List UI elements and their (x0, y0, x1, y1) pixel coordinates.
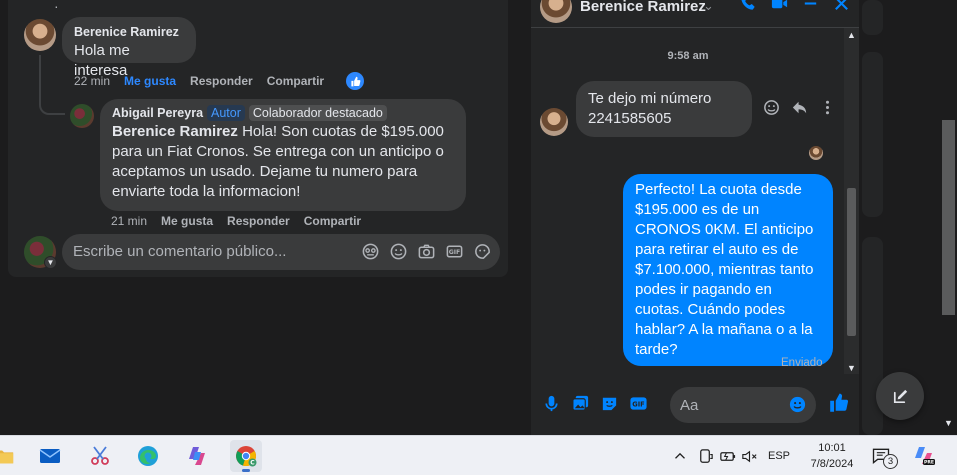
chat-header: Berenice Ramirez ⌄ (531, 0, 859, 28)
comment-input-placeholder: Escribe un comentario público... (73, 243, 287, 260)
microphone-icon[interactable] (542, 394, 561, 413)
emoji-icon[interactable] (389, 242, 408, 261)
comment-time[interactable]: 22 min (74, 74, 110, 88)
reply-button[interactable]: Responder (227, 214, 290, 228)
reply-button[interactable]: Responder (190, 74, 253, 88)
chat-composer: GIF Aa (531, 380, 859, 432)
clock-date: 7/8/2024 (810, 458, 854, 470)
contact-avatar[interactable] (540, 0, 572, 23)
contact-name[interactable]: Berenice Ramirez (580, 0, 706, 15)
sender-avatar[interactable] (540, 108, 568, 136)
background-card (862, 0, 883, 35)
reply-author-line: Abigail Pereyra Autor Colaborador destacad… (112, 105, 454, 121)
avatar[interactable] (70, 104, 94, 128)
chat-scrollbar[interactable]: ▲ ▼ (844, 28, 859, 374)
avatar-sticker-icon[interactable] (361, 242, 380, 261)
messenger-chat-window: Berenice Ramirez ⌄ 9:58 am Te dejo mi nú… (531, 0, 859, 435)
page-scroll-thumb[interactable] (942, 120, 955, 315)
comment-input[interactable]: Escribe un comentario público... GIF (62, 234, 500, 270)
chat-header-actions (739, 0, 851, 13)
video-call-icon[interactable] (770, 0, 789, 13)
gif-icon[interactable]: GIF (445, 242, 464, 261)
minimize-icon[interactable] (801, 0, 820, 13)
svg-text:C: C (250, 460, 255, 467)
scroll-up-arrow-icon[interactable]: ▲ (847, 30, 856, 40)
snipping-tool-icon[interactable] (84, 440, 116, 472)
reply-bubble: Abigail Pereyra Autor Colaborador destacad… (100, 99, 466, 211)
copilot-icon[interactable] (181, 440, 213, 472)
device-icon[interactable] (694, 447, 716, 466)
copilot-preview-icon[interactable]: PRE (907, 440, 941, 472)
reply-arrow-icon[interactable] (790, 98, 809, 117)
scroll-thumb[interactable] (847, 188, 856, 336)
comments-panel: · Berenice Ramirez Hola me interesa 22 m… (8, 0, 508, 277)
photo-icon[interactable] (571, 394, 590, 413)
file-explorer-icon[interactable] (0, 440, 20, 472)
gif-icon[interactable]: GIF (629, 394, 648, 413)
sticker-icon[interactable] (600, 394, 619, 413)
message-input[interactable]: Aa (670, 387, 816, 423)
camera-icon[interactable] (417, 242, 436, 261)
svg-text:PRE: PRE (924, 460, 934, 466)
seen-receipt-avatar (809, 146, 823, 160)
scroll-down-arrow-icon[interactable]: ▼ (944, 418, 953, 428)
message-tools (762, 98, 837, 117)
background-card (862, 52, 883, 217)
composer-tools: GIF (361, 242, 492, 261)
author-badge: Autor (207, 105, 245, 121)
message-timestamp: 9:58 am (667, 50, 709, 62)
share-button[interactable]: Compartir (267, 74, 324, 88)
scroll-down-arrow-icon[interactable]: ▼ (847, 363, 856, 373)
language-indicator[interactable]: ESP (768, 450, 790, 462)
sticker-icon[interactable] (473, 242, 492, 261)
emoji-icon[interactable] (788, 395, 807, 414)
volume-muted-icon[interactable] (738, 447, 760, 466)
new-message-button[interactable] (876, 372, 924, 420)
mention-link[interactable]: Berenice Ramirez (112, 123, 238, 140)
system-clock[interactable]: 10:01 7/8/2024 (806, 440, 858, 472)
thumbs-up-icon[interactable] (828, 392, 850, 414)
clock-time: 10:01 (818, 442, 846, 454)
message-input-placeholder: Aa (680, 397, 699, 414)
chevron-down-icon[interactable]: ⌄ (703, 0, 714, 14)
comment-author[interactable]: Berenice Ramirez (74, 25, 184, 39)
mail-icon[interactable] (34, 440, 66, 472)
incoming-message[interactable]: Te dejo mi número 2241585605 (576, 81, 752, 137)
thread-connector (39, 55, 65, 115)
phone-icon[interactable] (739, 0, 758, 13)
separator-dot: · (54, 0, 59, 14)
taskbar: C ESP 10:01 7/8/2024 PRE (0, 435, 957, 475)
close-icon[interactable] (832, 0, 851, 13)
system-tray: ESP (671, 436, 790, 475)
reply-author[interactable]: Abigail Pereyra (112, 106, 203, 120)
avatar[interactable] (24, 19, 56, 51)
outgoing-message[interactable]: Perfecto! La cuota desde $195.000 es de … (623, 174, 833, 366)
message-list[interactable]: 9:58 am Te dejo mi número 2241585605 Per… (531, 28, 859, 374)
battery-icon[interactable] (716, 447, 738, 466)
like-button[interactable]: Me gusta (124, 74, 176, 88)
share-button[interactable]: Compartir (304, 214, 361, 228)
comment-actions: 22 min Me gusta Responder Compartir (74, 74, 324, 88)
contributor-badge: Colaborador destacado (248, 105, 387, 121)
comment-bubble: Berenice Ramirez Hola me interesa (62, 17, 196, 79)
chrome-browser-icon[interactable]: C (230, 440, 262, 472)
react-emoji-icon[interactable] (762, 98, 781, 117)
more-options-icon[interactable] (818, 98, 837, 117)
reply-text: Berenice Ramirez Hola! Son cuotas de $19… (112, 122, 454, 202)
svg-text:GIF: GIF (632, 400, 644, 408)
chat-composer-tools: GIF (542, 394, 648, 413)
edge-browser-icon[interactable] (132, 440, 164, 472)
message-status: Enviado (781, 357, 823, 369)
like-button[interactable]: Me gusta (161, 214, 213, 228)
svg-text:GIF: GIF (449, 249, 461, 256)
compose-icon (891, 387, 910, 406)
reply-actions: 21 min Me gusta Responder Compartir (111, 214, 361, 228)
reply-time[interactable]: 21 min (111, 214, 147, 228)
page-scrollbar[interactable]: ▼ (940, 0, 957, 435)
notification-count-badge: 3 (883, 454, 898, 469)
avatar-chevron-icon[interactable]: ▼ (44, 256, 57, 269)
chevron-up-icon[interactable] (671, 447, 689, 466)
like-reaction-icon[interactable] (346, 72, 364, 90)
